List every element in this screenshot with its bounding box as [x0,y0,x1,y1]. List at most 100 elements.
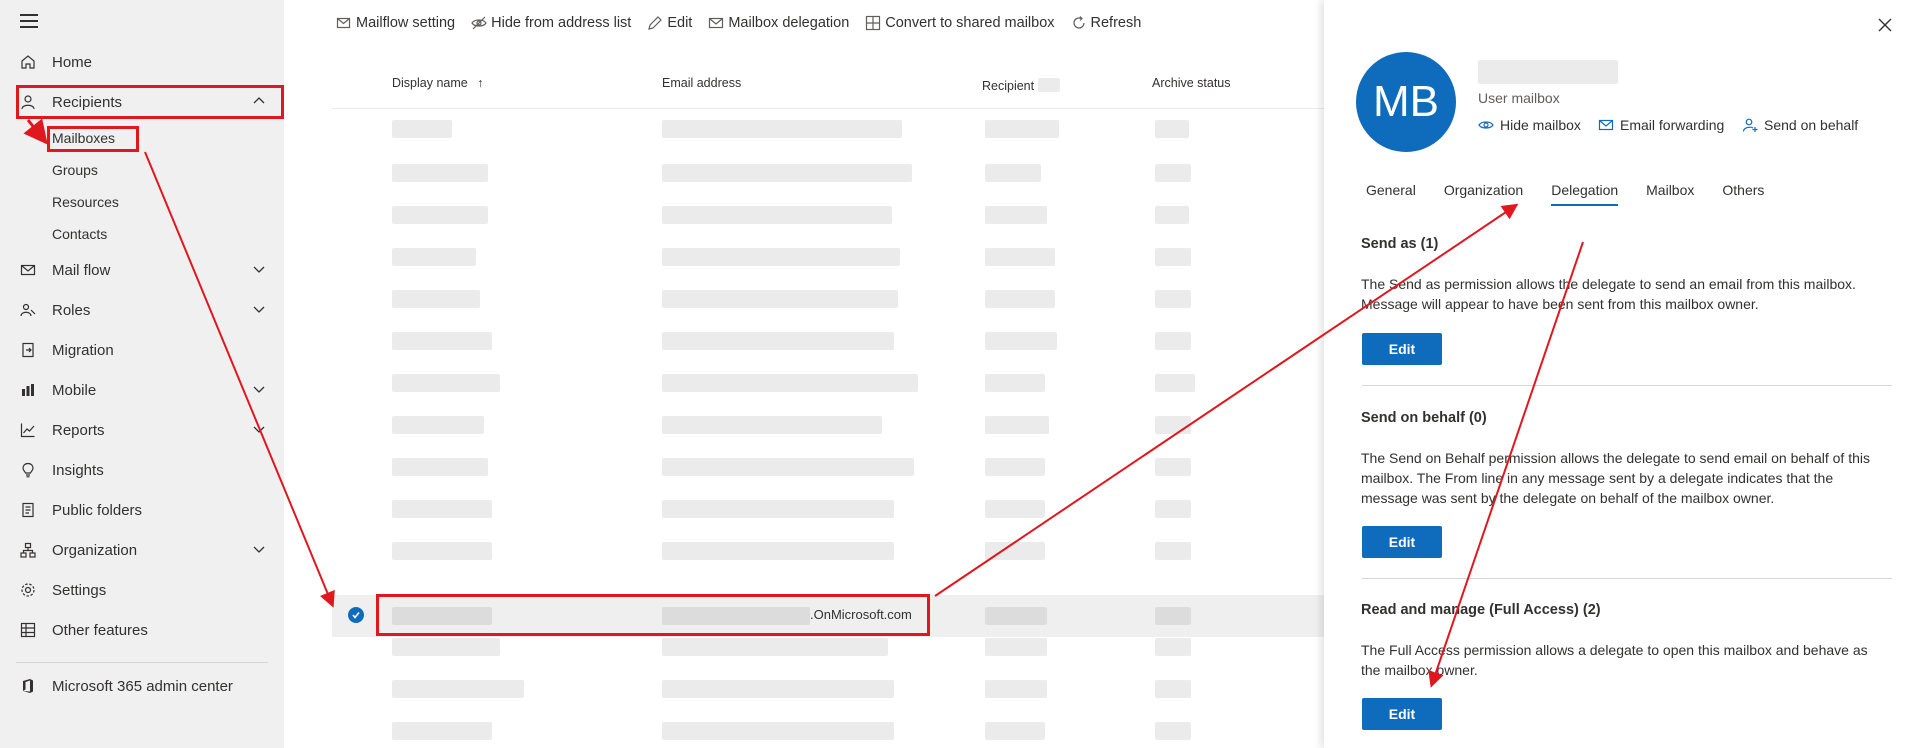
sub-nav-contacts[interactable]: Contacts [52,226,107,242]
mailbox-delegation-button[interactable]: Mailbox delegation [708,15,849,31]
send-as-edit-button[interactable]: Edit [1362,333,1442,365]
nav-roles[interactable]: Roles [0,290,284,330]
nav-label: Home [52,53,93,71]
nav-label: Organization [52,541,138,559]
redacted-text [985,542,1045,560]
home-icon [18,52,38,72]
convert-to-shared-mailbox-button[interactable]: Convert to shared mailbox [865,15,1055,31]
full-access-edit-button[interactable]: Edit [1362,698,1442,730]
toolbar-label: Hide from address list [491,15,632,31]
org-icon [18,540,38,560]
nav-mail-flow[interactable]: Mail flow [0,250,284,290]
nav-mobile[interactable]: Mobile [0,370,284,410]
redacted-text [985,374,1045,392]
tab-organization[interactable]: Organization [1444,182,1523,206]
redacted-text [985,416,1049,434]
header-divider [332,108,1324,109]
annotation-box-mailboxes [47,126,139,152]
redacted-text [1155,458,1191,476]
tab-delegation[interactable]: Delegation [1551,182,1618,206]
send-on-behalf-edit-button[interactable]: Edit [1362,526,1442,558]
redacted-text [662,542,894,560]
refresh-button[interactable]: Refresh [1071,15,1142,31]
redacted-text [1155,374,1195,392]
nav-other-features[interactable]: Other features [0,610,284,650]
nav-migration[interactable]: Migration [0,330,284,370]
redacted-text [985,607,1047,625]
mailflow-setting-button[interactable]: Mailflow setting [336,15,455,31]
nav-home[interactable]: Home [0,42,284,82]
lightbulb-icon [18,460,38,480]
nav-label: Mail flow [52,261,111,279]
redacted-text [1155,290,1191,308]
close-icon[interactable] [1876,16,1894,34]
nav-settings[interactable]: Settings [0,570,284,610]
office-logo-icon [18,676,38,696]
pencil-icon [648,16,663,30]
hamburger-menu-icon[interactable] [20,14,38,28]
redacted-text [392,332,492,350]
nav-label: Settings [52,581,107,599]
redacted-text [392,500,492,518]
nav-admin-center[interactable]: Microsoft 365 admin center [0,666,284,706]
send-as-title: Send as (1) [1361,236,1439,252]
full-access-description: The Full Access permission allows a dele… [1361,642,1868,678]
chevron-down-icon[interactable] [252,542,266,560]
action-label: Send on behalf [1764,117,1859,133]
hide-mailbox-action[interactable]: Hide mailbox [1478,117,1581,133]
column-header-archive[interactable]: Archive status [1152,76,1231,100]
redacted-text [662,120,902,138]
sub-nav-resources[interactable]: Resources [52,194,119,210]
nav-organization[interactable]: Organization [0,530,284,570]
toolbar-label: Refresh [1090,15,1142,31]
redacted-display-name [1478,60,1618,84]
tab-mailbox[interactable]: Mailbox [1646,182,1694,206]
redacted-text [1155,542,1191,560]
redacted-text [662,164,912,182]
hide-from-address-list-button[interactable]: Hide from address list [471,15,631,31]
row-checkmark-icon[interactable] [348,607,364,623]
roles-icon [18,300,38,320]
redacted-text [985,722,1045,740]
redacted-text [662,416,882,434]
send-on-behalf-action[interactable]: Send on behalf [1742,117,1858,133]
nav-reports[interactable]: Reports [0,410,284,450]
nav-label: Reports [52,421,105,439]
redacted-text [985,500,1045,518]
toolbar-label: Mailflow setting [356,15,456,31]
redacted-text [985,164,1041,182]
section-divider [1362,578,1892,579]
action-label: Email forwarding [1620,117,1725,133]
edit-button[interactable]: Edit [647,15,692,31]
nav-public-folders[interactable]: Public folders [0,490,284,530]
redacted-text [1155,722,1191,740]
redacted-text [1155,206,1189,224]
tab-general[interactable]: General [1366,182,1416,206]
redacted-text [985,206,1047,224]
folder-icon [18,500,38,520]
header-label: Display name [392,76,468,90]
command-bar: Mailflow setting Hide from address list … [336,12,1157,34]
nav-label: Insights [52,461,104,479]
nav-insights[interactable]: Insights [0,450,284,490]
tab-others[interactable]: Others [1722,182,1764,206]
redacted-text [1155,500,1191,518]
hide-icon [1478,121,1494,129]
chevron-down-icon[interactable] [252,302,266,320]
chevron-down-icon[interactable] [252,262,266,280]
panel-tabs: General Organization Delegation Mailbox … [1366,182,1792,206]
nav-label: Roles [52,301,91,319]
email-forwarding-action[interactable]: Email forwarding [1598,117,1724,133]
chart-icon [18,420,38,440]
annotation-box-recipients [16,85,284,119]
column-header-recipient[interactable]: Recipient [982,76,1060,100]
sub-nav-groups[interactable]: Groups [52,162,98,178]
chevron-down-icon[interactable] [252,422,266,440]
send-on-behalf-title: Send on behalf (0) [1361,410,1487,426]
migration-icon [18,340,38,360]
chevron-down-icon[interactable] [252,382,266,400]
redacted-text [392,248,476,266]
column-header-email[interactable]: Email address [662,76,741,100]
column-header-display-name[interactable]: Display name ↑ [392,76,483,100]
nav-label: Microsoft 365 admin center [52,677,233,695]
